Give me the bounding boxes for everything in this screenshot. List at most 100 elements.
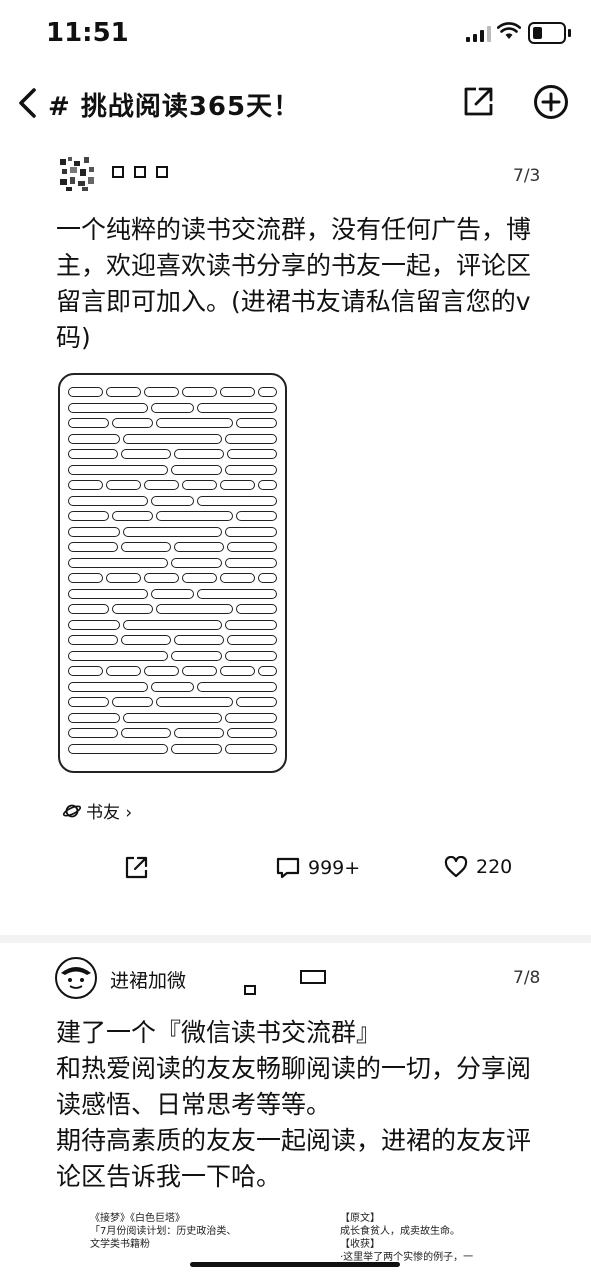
like-action[interactable]: 220: [444, 856, 512, 878]
image-list-chip: [122, 712, 223, 723]
image-list-chip: [68, 418, 109, 428]
comment-action[interactable]: 999+: [276, 856, 360, 880]
image-list-chip: [174, 449, 224, 459]
image-list-chip: [68, 573, 103, 583]
image-list-chip: [143, 573, 179, 583]
share-icon[interactable]: [462, 86, 494, 118]
post-text[interactable]: 建了一个『微信读书交流群』 和热爱阅读的友友畅聊阅读的一切，分享阅 读感悟、日常…: [56, 1015, 546, 1195]
back-button[interactable]: [14, 86, 44, 120]
avatar[interactable]: [55, 957, 97, 999]
image-list-chip: [181, 480, 217, 490]
image-list-chip: [225, 650, 277, 661]
post-line: 建了一个『微信读书交流群』: [56, 1018, 382, 1047]
post-text[interactable]: 一个纯粹的读书交流群，没有任何广告，博主，欢迎喜欢读书分享的书友一起，评论区留言…: [56, 212, 536, 356]
home-indicator[interactable]: [190, 1262, 400, 1267]
image-list-chip: [174, 542, 224, 552]
image-list-chip: [143, 387, 179, 397]
image-list-chip: [68, 495, 149, 506]
image-list-row: [68, 449, 277, 459]
battery-icon: [528, 22, 571, 44]
image-list-chip: [68, 449, 118, 459]
image-list-row: [68, 604, 277, 614]
image-list-chip: [105, 387, 141, 397]
wifi-icon: [497, 22, 521, 39]
image-list-chip: [225, 464, 277, 475]
heart-icon: [444, 856, 468, 878]
image-list-chip: [196, 402, 278, 413]
author-name-redacted[interactable]: [112, 166, 168, 178]
author-name[interactable]: 进裙加微: [110, 966, 186, 993]
image-list-chip: [170, 650, 223, 661]
comment-icon: [276, 857, 300, 879]
image-list-chip: [227, 728, 277, 738]
image-list-row: [68, 728, 277, 738]
post-date: 7/8: [513, 968, 541, 988]
image-list-chip: [219, 387, 255, 397]
image-list-chip: [181, 666, 217, 676]
image-list-chip: [68, 526, 120, 537]
add-circle-icon[interactable]: [533, 84, 569, 120]
planet-icon: [62, 804, 82, 817]
topic-tag[interactable]: 书友 ›: [62, 798, 132, 823]
image-text-line: 「7月份阅读计划：历史政治类、: [90, 1226, 237, 1237]
image-list-chip: [143, 480, 179, 490]
image-list-chip: [257, 573, 277, 583]
image-list-chip: [68, 387, 103, 397]
share-action[interactable]: [124, 856, 148, 880]
image-list-chip: [68, 402, 149, 413]
post-line: 读感悟、日常思考等等。: [56, 1090, 332, 1119]
image-list-row: [68, 464, 277, 475]
image-list-row: [68, 650, 277, 661]
redacted-mark: [244, 985, 256, 995]
image-list-row: [68, 557, 277, 568]
image-list-chip: [170, 464, 223, 475]
image-list-chip: [236, 418, 277, 428]
image-text-line: 文学类书籍粉: [90, 1239, 150, 1250]
image-list-chip: [174, 728, 224, 738]
image-list-chip: [68, 681, 149, 692]
post-image[interactable]: [58, 373, 287, 773]
avatar[interactable]: [58, 155, 98, 193]
image-list-chip: [122, 433, 223, 444]
image-list-chip: [68, 480, 103, 490]
image-list-chip: [68, 666, 103, 676]
image-list-chip: [68, 511, 109, 521]
image-list-chip: [155, 418, 234, 428]
image-list-chip: [225, 526, 277, 537]
image-list-chip: [196, 495, 278, 506]
post-image-preview[interactable]: 《接梦》《白色巨塔》 「7月份阅读计划：历史政治类、 文学类书籍粉 【原文】 成…: [90, 1212, 570, 1280]
image-list-row: [68, 387, 277, 397]
image-list-row: [68, 712, 277, 723]
image-list-chip: [227, 449, 277, 459]
image-list-chip: [155, 604, 234, 614]
image-list-row: [68, 681, 278, 692]
post-line: 期待高素质的友友一起阅读，进裙的友友评: [56, 1126, 532, 1155]
image-list-row: [68, 635, 277, 645]
image-list-chip: [236, 697, 277, 707]
image-list-chip: [68, 464, 168, 475]
image-list-row: [68, 433, 277, 444]
image-list-chip: [227, 542, 277, 552]
image-list-row: [68, 588, 278, 599]
image-list-chip: [121, 635, 171, 645]
image-list-row: [68, 697, 277, 707]
image-list-chip: [111, 697, 153, 707]
image-list-chip: [181, 573, 217, 583]
image-list-chip: [121, 542, 171, 552]
image-list-chip: [111, 418, 153, 428]
image-list-row: [68, 495, 278, 506]
image-list-row: [68, 743, 277, 754]
image-list-chip: [68, 542, 118, 552]
image-list-chip: [121, 449, 171, 459]
page-title: # 挑战阅读365天！: [48, 92, 301, 122]
image-text-line: 【原文】: [340, 1213, 380, 1224]
image-list-chip: [143, 666, 179, 676]
image-list-chip: [151, 681, 194, 692]
image-list-chip: [68, 588, 149, 599]
image-list-chip: [219, 573, 255, 583]
image-list-chip: [196, 681, 278, 692]
image-list-chip: [68, 557, 168, 568]
image-list-chip: [105, 573, 141, 583]
image-list-chip: [170, 557, 223, 568]
image-list-chip: [111, 604, 153, 614]
